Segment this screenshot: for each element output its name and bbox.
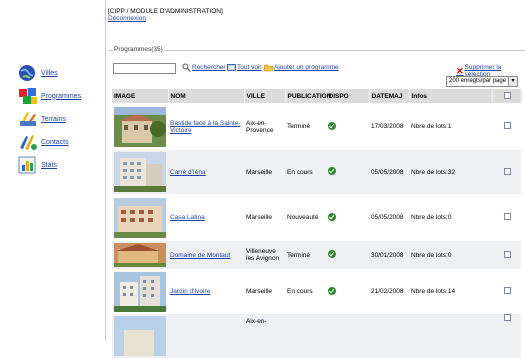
program-infos: Nbre de lots:14 (411, 288, 456, 295)
view-all-icon (227, 63, 236, 72)
per-page-select[interactable]: 200 enregts/par page ▾ (446, 76, 518, 87)
programmes-table: IMAGE NOM VILLE PUBLICATION DISPO DATEMA… (112, 89, 522, 358)
program-infos: Nbre de lots:32 (409, 150, 492, 194)
program-city: Villeneuve les Avignon (244, 241, 285, 269)
search-icon (182, 63, 191, 72)
program-name-link[interactable]: Domaine de Montaut (170, 252, 230, 259)
program-date (369, 314, 409, 358)
col-nom[interactable]: NOM (168, 89, 245, 103)
program-infos: Nbre de lots:0 (411, 214, 452, 221)
table-row: Jardin d'Ivoire Marseille En cours 21/02… (112, 269, 521, 314)
program-date: 05/05/2008 (371, 214, 404, 221)
globe-icon (17, 63, 39, 83)
table-row: Domaine de Montaut Villeneuve les Avigno… (112, 241, 521, 269)
folder-add-icon (264, 63, 273, 72)
col-dispo[interactable]: DISPO (326, 89, 370, 103)
program-name-link[interactable]: Carré d'Iéna (170, 169, 206, 176)
sidebar-item-programmes[interactable]: Programmes (17, 86, 81, 106)
program-infos (409, 314, 492, 358)
row-checkbox[interactable] (504, 213, 511, 220)
program-city: Marseille (246, 288, 273, 295)
program-date: 21/02/2008 (371, 288, 404, 295)
program-name-link[interactable]: Bastide face à la Sainte-Victoire (170, 120, 240, 134)
program-date: 30/01/2008 (369, 241, 409, 269)
program-infos: Nbre de lots:1 (411, 123, 452, 130)
program-city: Marseille (244, 150, 285, 194)
view-all-button[interactable]: Tout voir (227, 63, 262, 72)
sidebar-item-terrains[interactable]: Terrains (17, 109, 66, 129)
col-infos[interactable]: Infos (409, 89, 493, 103)
sidebar: Villes Programmes Terrains Contacts Stat… (0, 0, 106, 340)
available-check-icon (328, 286, 336, 295)
program-city: Aix-en- (244, 314, 285, 358)
program-publication: Nouveauté (287, 214, 319, 221)
search-button[interactable]: Rechercher (182, 63, 226, 72)
row-checkbox[interactable] (504, 250, 511, 258)
sidebar-item-label: Terrains (41, 115, 66, 123)
logout-link[interactable]: Déconnexion (108, 15, 223, 22)
program-publication: Terminé (285, 241, 326, 269)
available-check-icon (328, 167, 336, 175)
program-name-link[interactable]: Casa Latina (170, 214, 205, 221)
col-publication[interactable]: PUBLICATION (285, 89, 331, 103)
search-button-label: Rechercher (192, 64, 226, 71)
program-thumbnail[interactable] (114, 106, 166, 147)
program-city: Aix-en-Provence (246, 119, 274, 134)
page-title: [CIPP / MODULE D'ADMINISTRATION] (108, 8, 223, 15)
panel-legend: Programmes(35) (112, 46, 165, 53)
table-row: Casa Latina Marseille Nouveauté 05/05/20… (112, 194, 521, 241)
available-check-icon (328, 250, 336, 258)
add-program-button[interactable]: Ajouter un programme (264, 63, 339, 72)
add-program-label: Ajouter un programme (274, 64, 339, 71)
program-thumbnail[interactable] (114, 243, 166, 267)
chevron-down-icon: ▾ (508, 77, 517, 86)
row-checkbox[interactable] (504, 167, 511, 175)
table-header-row: IMAGE NOM VILLE PUBLICATION DISPO DATEMA… (112, 89, 522, 103)
row-checkbox[interactable] (504, 122, 511, 129)
program-publication: En cours (287, 288, 313, 295)
col-image[interactable]: IMAGE (112, 89, 169, 103)
program-publication (285, 314, 326, 358)
col-datemaj[interactable]: DATEMAJ (369, 89, 410, 103)
page-header: [CIPP / MODULE D'ADMINISTRATION] Déconne… (108, 8, 223, 22)
available-check-icon (328, 212, 336, 221)
row-checkbox[interactable] (504, 314, 511, 321)
program-publication: En cours (285, 150, 326, 194)
per-page-value: 200 enregts/par page (449, 78, 507, 84)
sidebar-item-label: Contacts (41, 138, 69, 146)
contacts-icon (17, 132, 39, 152)
sidebar-item-label: Villes (41, 69, 58, 77)
program-publication: Terminé (287, 123, 311, 130)
program-date: 17/03/2008 (371, 123, 404, 130)
program-city: Marseille (246, 214, 273, 221)
table-row: Carré d'Iéna Marseille En cours 05/05/20… (112, 150, 521, 194)
table-row: Aix-en- (112, 314, 521, 358)
table-row: Bastide face à la Sainte-Victoire Aix-en… (112, 103, 521, 150)
sidebar-item-contacts[interactable]: Contacts (17, 132, 69, 152)
delete-icon: ✕ (456, 65, 464, 76)
select-all-checkbox[interactable] (504, 91, 511, 99)
program-thumbnail[interactable] (114, 197, 166, 238)
sidebar-item-label: Stats (41, 161, 57, 169)
col-ville[interactable]: VILLE (244, 89, 286, 103)
view-all-label: Tout voir (237, 64, 262, 71)
program-thumbnail[interactable] (114, 271, 166, 312)
search-input[interactable] (113, 63, 176, 74)
row-checkbox[interactable] (504, 287, 511, 294)
program-name-link[interactable]: Jardin d'Ivoire (170, 288, 210, 295)
tools-icon (17, 109, 39, 129)
blocks-icon (17, 86, 39, 106)
sidebar-item-label: Programmes (41, 92, 82, 100)
stats-icon (17, 155, 39, 175)
available-check-icon (328, 121, 336, 130)
program-date: 05/05/2008 (369, 150, 409, 194)
program-thumbnail[interactable] (114, 152, 166, 192)
sidebar-item-stats[interactable]: Stats (17, 155, 57, 175)
program-thumbnail[interactable] (114, 316, 166, 356)
col-select-all (492, 89, 522, 103)
sidebar-item-villes[interactable]: Villes (17, 63, 58, 83)
program-infos: Nbre de lots:0 (409, 241, 492, 269)
